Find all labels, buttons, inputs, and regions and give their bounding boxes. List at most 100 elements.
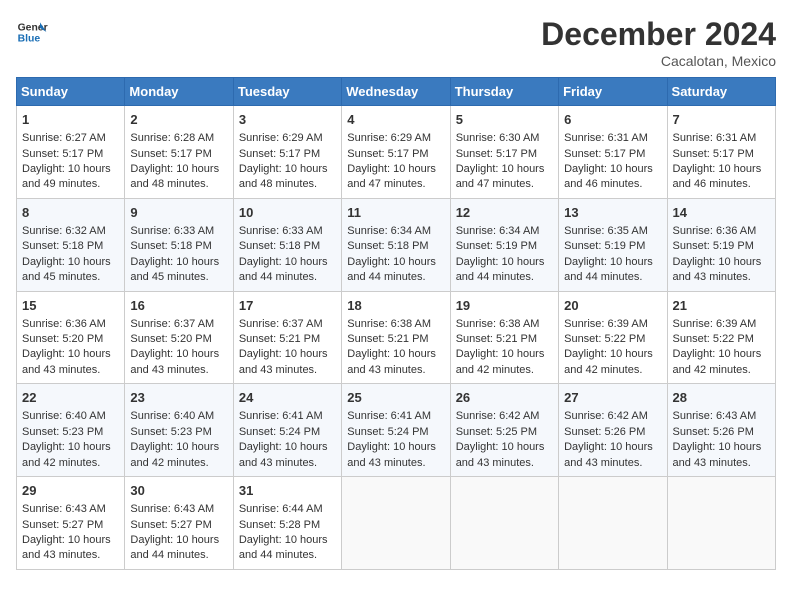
day-number: 23 [130, 389, 227, 407]
cell-detail: Daylight: 10 hours [239, 162, 336, 177]
table-row [559, 477, 667, 570]
cell-detail: Sunrise: 6:44 AM [239, 502, 336, 517]
table-row: 9Sunrise: 6:33 AMSunset: 5:18 PMDaylight… [125, 198, 233, 291]
cell-detail: Daylight: 10 hours [564, 255, 661, 270]
calendar-week-row: 1Sunrise: 6:27 AMSunset: 5:17 PMDaylight… [17, 106, 776, 199]
cell-detail: Daylight: 10 hours [673, 162, 770, 177]
cell-detail: Sunrise: 6:43 AM [22, 502, 119, 517]
day-number: 29 [22, 482, 119, 500]
day-header-friday: Friday [559, 78, 667, 106]
day-number: 31 [239, 482, 336, 500]
cell-detail: Daylight: 10 hours [22, 347, 119, 362]
days-header-row: SundayMondayTuesdayWednesdayThursdayFrid… [17, 78, 776, 106]
cell-detail: Sunrise: 6:31 AM [673, 131, 770, 146]
cell-detail: Sunrise: 6:39 AM [564, 317, 661, 332]
cell-detail: and 44 minutes. [239, 548, 336, 563]
day-number: 3 [239, 111, 336, 129]
cell-detail: and 43 minutes. [673, 270, 770, 285]
table-row: 8Sunrise: 6:32 AMSunset: 5:18 PMDaylight… [17, 198, 125, 291]
day-number: 17 [239, 297, 336, 315]
day-number: 21 [673, 297, 770, 315]
cell-detail: and 42 minutes. [130, 456, 227, 471]
cell-detail: Sunrise: 6:36 AM [673, 224, 770, 239]
logo: General Blue [16, 16, 48, 48]
table-row: 7Sunrise: 6:31 AMSunset: 5:17 PMDaylight… [667, 106, 775, 199]
cell-detail: Sunrise: 6:40 AM [130, 409, 227, 424]
cell-detail: Daylight: 10 hours [130, 347, 227, 362]
cell-detail: Daylight: 10 hours [564, 347, 661, 362]
table-row: 25Sunrise: 6:41 AMSunset: 5:24 PMDayligh… [342, 384, 450, 477]
cell-detail: Sunset: 5:17 PM [347, 147, 444, 162]
cell-detail: Sunset: 5:27 PM [130, 518, 227, 533]
calendar-table: SundayMondayTuesdayWednesdayThursdayFrid… [16, 77, 776, 570]
cell-detail: Sunset: 5:21 PM [239, 332, 336, 347]
day-number: 22 [22, 389, 119, 407]
cell-detail: Sunset: 5:19 PM [456, 239, 553, 254]
table-row: 15Sunrise: 6:36 AMSunset: 5:20 PMDayligh… [17, 291, 125, 384]
cell-detail: Sunset: 5:22 PM [564, 332, 661, 347]
table-row: 5Sunrise: 6:30 AMSunset: 5:17 PMDaylight… [450, 106, 558, 199]
day-number: 13 [564, 204, 661, 222]
cell-detail: Daylight: 10 hours [673, 255, 770, 270]
table-row: 22Sunrise: 6:40 AMSunset: 5:23 PMDayligh… [17, 384, 125, 477]
month-title: December 2024 [541, 16, 776, 53]
table-row [342, 477, 450, 570]
cell-detail: and 44 minutes. [130, 548, 227, 563]
cell-detail: Sunrise: 6:29 AM [347, 131, 444, 146]
table-row: 6Sunrise: 6:31 AMSunset: 5:17 PMDaylight… [559, 106, 667, 199]
day-header-thursday: Thursday [450, 78, 558, 106]
table-row: 11Sunrise: 6:34 AMSunset: 5:18 PMDayligh… [342, 198, 450, 291]
cell-detail: Sunset: 5:23 PM [22, 425, 119, 440]
day-header-monday: Monday [125, 78, 233, 106]
cell-detail: and 45 minutes. [130, 270, 227, 285]
cell-detail: and 43 minutes. [347, 456, 444, 471]
day-number: 16 [130, 297, 227, 315]
cell-detail: Daylight: 10 hours [347, 255, 444, 270]
cell-detail: and 48 minutes. [239, 177, 336, 192]
table-row: 28Sunrise: 6:43 AMSunset: 5:26 PMDayligh… [667, 384, 775, 477]
cell-detail: and 44 minutes. [239, 270, 336, 285]
day-number: 19 [456, 297, 553, 315]
calendar-week-row: 15Sunrise: 6:36 AMSunset: 5:20 PMDayligh… [17, 291, 776, 384]
day-number: 28 [673, 389, 770, 407]
day-number: 12 [456, 204, 553, 222]
day-number: 4 [347, 111, 444, 129]
cell-detail: and 44 minutes. [347, 270, 444, 285]
cell-detail: Sunset: 5:19 PM [564, 239, 661, 254]
cell-detail: and 44 minutes. [456, 270, 553, 285]
cell-detail: Sunrise: 6:28 AM [130, 131, 227, 146]
cell-detail: Sunrise: 6:33 AM [239, 224, 336, 239]
cell-detail: Daylight: 10 hours [130, 440, 227, 455]
cell-detail: Sunrise: 6:27 AM [22, 131, 119, 146]
cell-detail: Sunset: 5:18 PM [347, 239, 444, 254]
cell-detail: Sunset: 5:18 PM [22, 239, 119, 254]
cell-detail: Daylight: 10 hours [456, 162, 553, 177]
cell-detail: Daylight: 10 hours [564, 440, 661, 455]
cell-detail: Sunrise: 6:29 AM [239, 131, 336, 146]
cell-detail: and 47 minutes. [456, 177, 553, 192]
table-row: 16Sunrise: 6:37 AMSunset: 5:20 PMDayligh… [125, 291, 233, 384]
cell-detail: Sunrise: 6:31 AM [564, 131, 661, 146]
day-header-saturday: Saturday [667, 78, 775, 106]
cell-detail: Daylight: 10 hours [239, 533, 336, 548]
cell-detail: Daylight: 10 hours [22, 533, 119, 548]
cell-detail: Sunset: 5:17 PM [673, 147, 770, 162]
cell-detail: Sunrise: 6:41 AM [347, 409, 444, 424]
calendar-week-row: 8Sunrise: 6:32 AMSunset: 5:18 PMDaylight… [17, 198, 776, 291]
cell-detail: Daylight: 10 hours [456, 440, 553, 455]
day-number: 10 [239, 204, 336, 222]
cell-detail: Daylight: 10 hours [22, 440, 119, 455]
table-row [450, 477, 558, 570]
cell-detail: Sunrise: 6:38 AM [347, 317, 444, 332]
cell-detail: Sunrise: 6:42 AM [456, 409, 553, 424]
cell-detail: and 43 minutes. [22, 548, 119, 563]
cell-detail: Daylight: 10 hours [239, 255, 336, 270]
cell-detail: Daylight: 10 hours [22, 162, 119, 177]
table-row: 4Sunrise: 6:29 AMSunset: 5:17 PMDaylight… [342, 106, 450, 199]
table-row: 2Sunrise: 6:28 AMSunset: 5:17 PMDaylight… [125, 106, 233, 199]
title-block: December 2024 Cacalotan, Mexico [541, 16, 776, 69]
cell-detail: and 42 minutes. [564, 363, 661, 378]
cell-detail: Sunset: 5:21 PM [347, 332, 444, 347]
calendar-body: 1Sunrise: 6:27 AMSunset: 5:17 PMDaylight… [17, 106, 776, 570]
cell-detail: and 43 minutes. [239, 456, 336, 471]
